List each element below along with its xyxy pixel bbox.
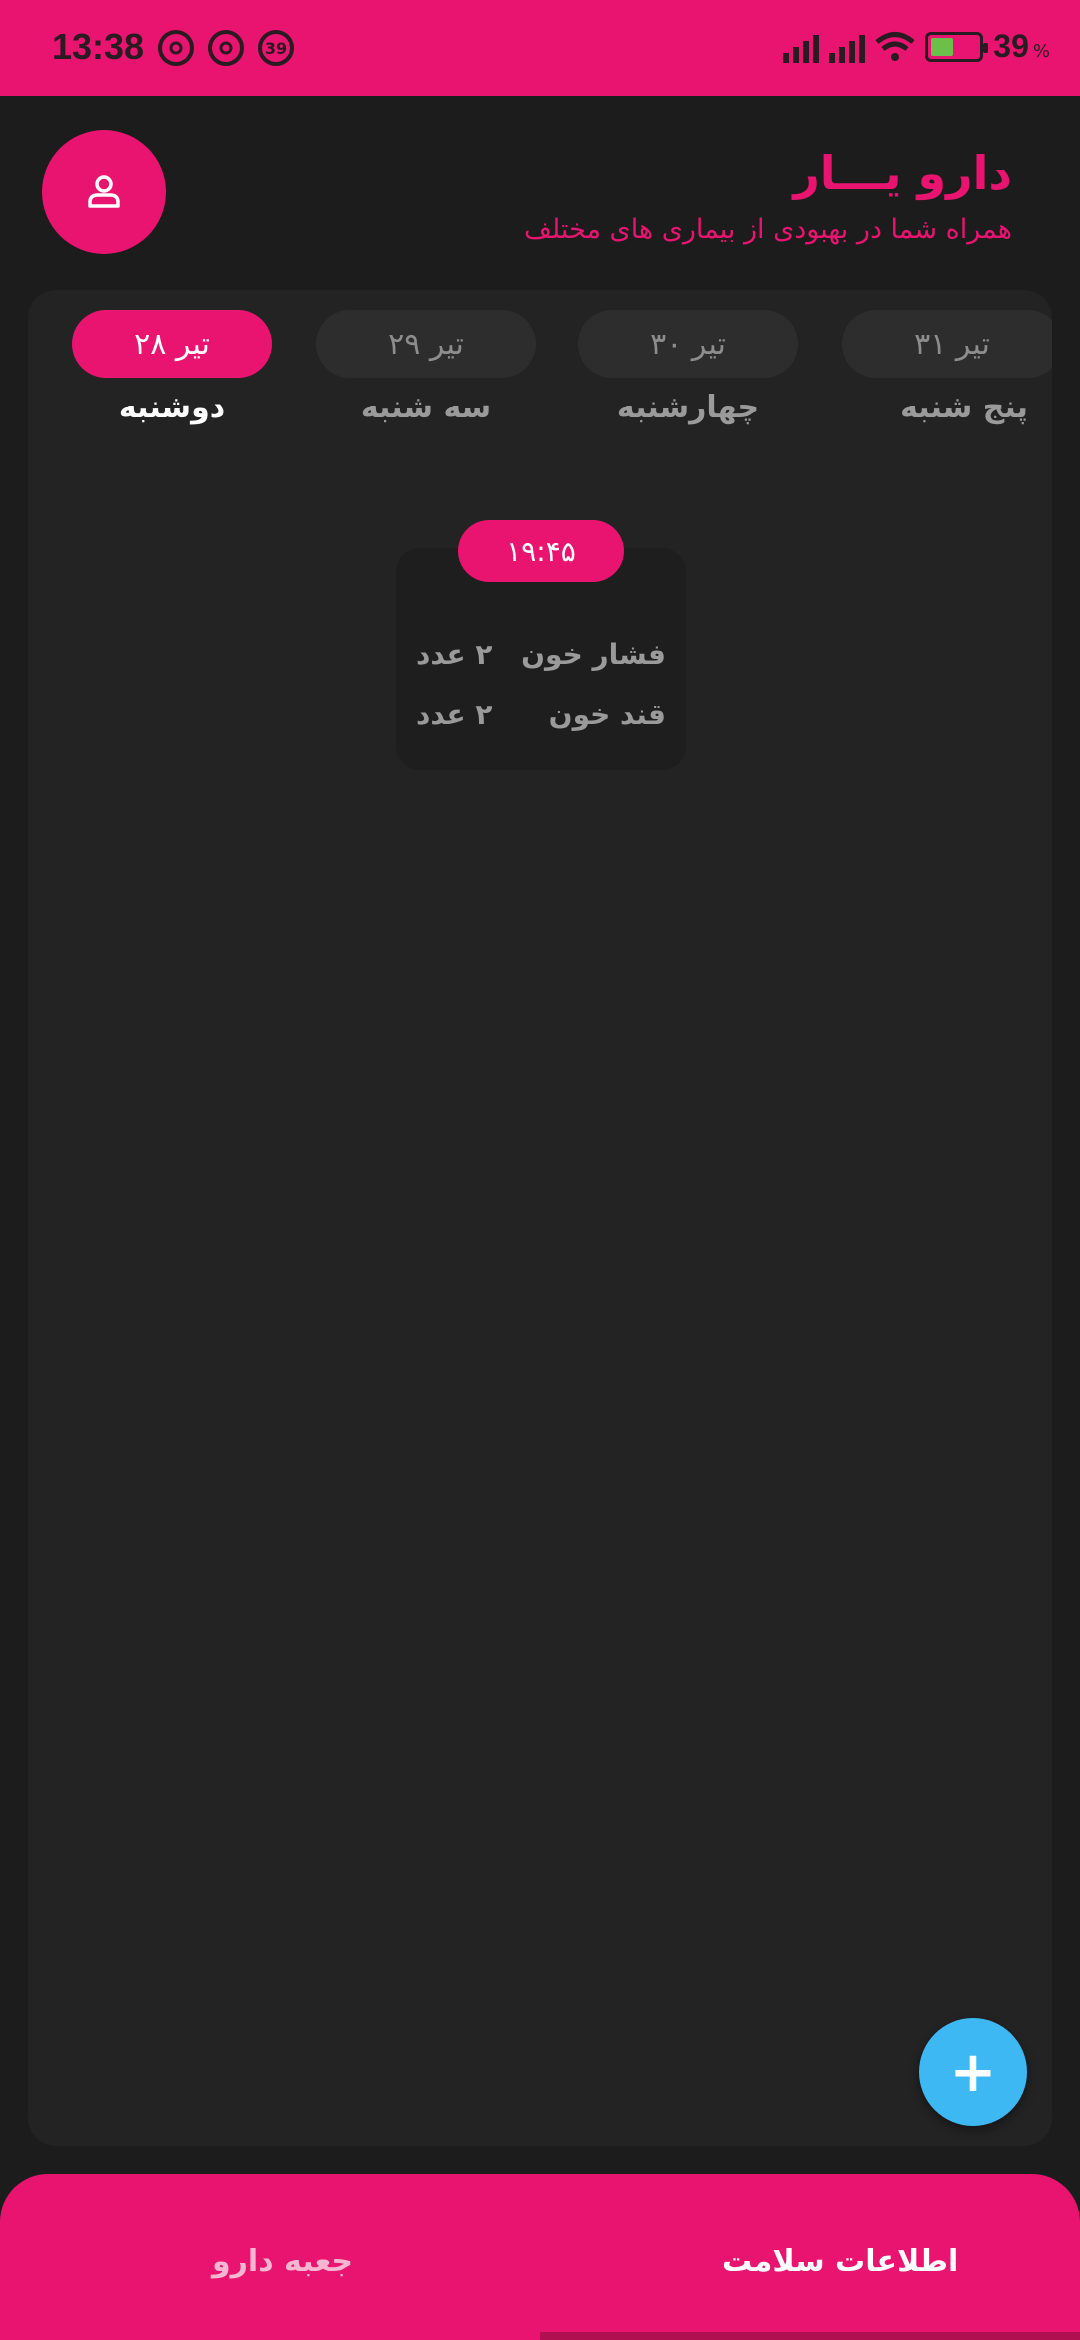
status-time: 13:38 xyxy=(52,26,145,67)
day-name: چهارشنبه xyxy=(616,390,760,425)
signal-icon xyxy=(783,31,820,63)
profile-button[interactable] xyxy=(42,130,166,254)
day-name-active: دوشنبه xyxy=(118,390,226,425)
day-name: پنج شنبه xyxy=(900,390,1028,425)
status-notification-icons: 39 xyxy=(158,30,294,66)
app-header: دارو یـــار همراه شما در بهبودی از بیمار… xyxy=(0,96,1080,286)
nav-active-indicator xyxy=(540,2332,1080,2340)
notification-badge-icon: 39 xyxy=(258,30,294,66)
status-system-icons: 39 % xyxy=(783,28,1050,65)
day-tab[interactable]: تیر ۳۱ xyxy=(842,310,1052,378)
battery-level: 39 xyxy=(993,28,1029,64)
day-name: سه شنبه xyxy=(360,390,492,425)
user-icon xyxy=(88,175,120,208)
wifi-icon xyxy=(875,31,915,61)
app-subtitle: همراه شما در بهبودی از بیماری های مختلف xyxy=(524,214,1012,245)
dose-medicine-name: قند خون xyxy=(548,698,666,731)
day-tab[interactable]: تیر ۲۹ xyxy=(316,310,536,378)
bottom-nav: اطلاعات سلامت جعبه دارو xyxy=(0,2174,1080,2340)
battery-unit: % xyxy=(1032,41,1050,62)
dose-medicine-name: فشار خون xyxy=(521,638,666,671)
schedule-card: تیر ۳۱ پنج شنبه تیر ۳۰ چهارشنبه تیر ۲۹ س… xyxy=(28,290,1052,2146)
app-title: دارو یـــار xyxy=(793,146,1012,200)
dose-qty: ۲ عدد xyxy=(416,698,493,731)
notification-icon xyxy=(158,30,194,66)
status-bar: 13:38 39 39 % xyxy=(0,0,1080,96)
add-button[interactable]: + xyxy=(919,2018,1027,2126)
dose-item: ۲ عدد فشار خون xyxy=(416,638,666,671)
dose-qty: ۲ عدد xyxy=(416,638,493,671)
dose-item: ۲ عدد قند خون xyxy=(416,698,666,731)
day-tabs: تیر ۳۱ پنج شنبه تیر ۳۰ چهارشنبه تیر ۲۹ س… xyxy=(28,310,1052,440)
day-tab[interactable]: تیر ۳۰ xyxy=(578,310,798,378)
dose-time-badge: ۱۹:۴۵ xyxy=(458,520,624,582)
signal-icon xyxy=(829,31,866,63)
notification-icon xyxy=(208,30,244,66)
nav-item-health[interactable]: اطلاعات سلامت xyxy=(722,2244,958,2279)
nav-item-medicine-box[interactable]: جعبه دارو xyxy=(212,2244,353,2279)
day-tab-active[interactable]: تیر ۲۸ xyxy=(72,310,272,378)
battery-icon xyxy=(925,31,989,62)
